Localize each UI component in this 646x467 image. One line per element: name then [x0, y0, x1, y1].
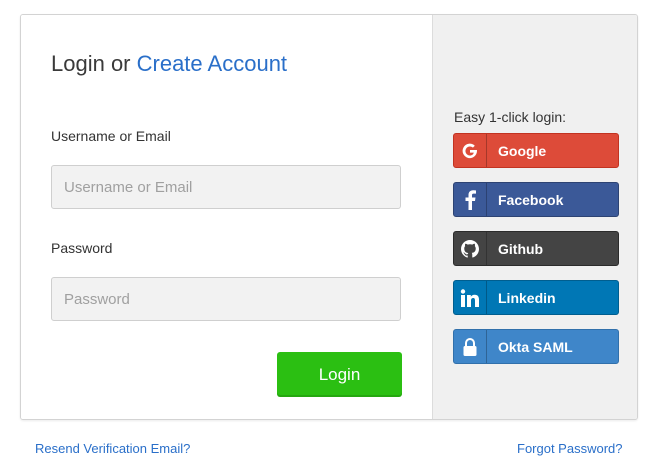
- github-login-button[interactable]: Github: [453, 231, 619, 266]
- password-label: Password: [51, 240, 113, 256]
- forgot-password-link[interactable]: Forgot Password?: [517, 441, 623, 456]
- facebook-login-button[interactable]: Facebook: [453, 182, 619, 217]
- username-input[interactable]: [51, 165, 401, 209]
- google-label: Google: [498, 142, 547, 159]
- linkedin-icon: [454, 281, 487, 314]
- okta-saml-label: Okta SAML: [498, 338, 573, 355]
- github-label: Github: [498, 240, 544, 257]
- facebook-label: Facebook: [498, 191, 564, 208]
- username-label: Username or Email: [51, 128, 171, 144]
- page-title: Login or Create Account: [51, 51, 287, 77]
- title-prefix: Login or: [51, 51, 137, 76]
- linkedin-login-button[interactable]: Linkedin: [453, 280, 619, 315]
- login-form-panel: Login or Create Account Username or Emai…: [21, 15, 432, 419]
- facebook-icon: [454, 183, 487, 216]
- login-button[interactable]: Login: [277, 352, 402, 397]
- resend-verification-link[interactable]: Resend Verification Email?: [35, 441, 190, 456]
- login-card: Login or Create Account Username or Emai…: [20, 14, 638, 420]
- linkedin-label: Linkedin: [498, 289, 556, 306]
- sso-heading: Easy 1-click login:: [454, 109, 567, 125]
- create-account-link[interactable]: Create Account: [137, 51, 287, 76]
- google-login-button[interactable]: Google: [453, 133, 619, 168]
- password-input[interactable]: [51, 277, 401, 321]
- github-icon: [454, 232, 487, 265]
- lock-icon: [454, 330, 487, 363]
- okta-saml-login-button[interactable]: Okta SAML: [453, 329, 619, 364]
- google-icon: [454, 134, 487, 167]
- sso-panel: Easy 1-click login: Google Facebook Gith…: [432, 15, 637, 419]
